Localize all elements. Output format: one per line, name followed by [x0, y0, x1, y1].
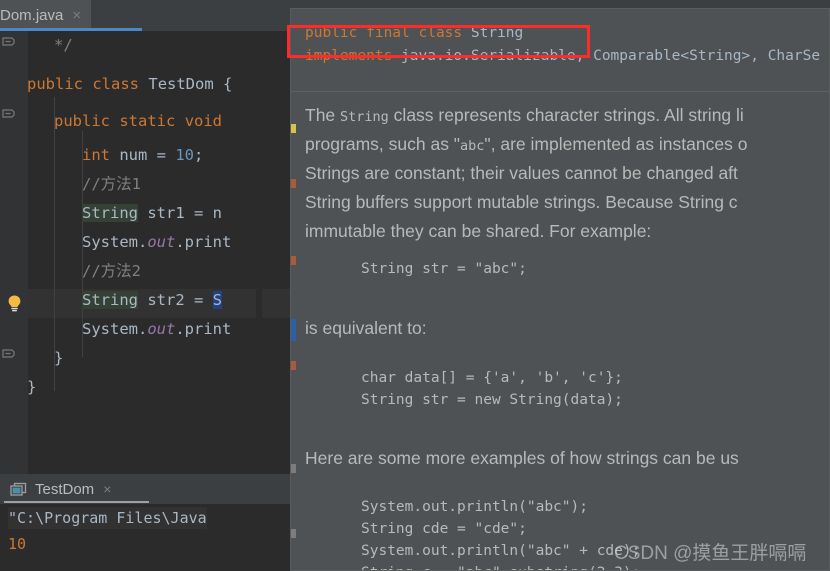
- doc-code-block-3-line-4: String c = "abc".substring(2,3);: [361, 562, 640, 570]
- code-line-main-method: public static void: [54, 112, 223, 130]
- doc-implements-list: java.io.Serializable, Comparable<String>…: [392, 48, 821, 64]
- doc-paragraph-1-line-5: immutable they can be shared. For exampl…: [305, 221, 652, 241]
- code-line-println-2: System.out.print: [82, 320, 232, 338]
- run-tab-label: TestDom: [35, 480, 95, 498]
- code-line-close-method: }: [54, 349, 64, 367]
- doc-signature-modifiers: public final class: [305, 25, 471, 41]
- doc-code-block-3-line-2: String cde = "cde";: [361, 521, 527, 537]
- code-line-str1: String str1 = n: [82, 204, 222, 222]
- doc-paragraph-1-line-4: String buffers support mutable strings. …: [305, 192, 738, 212]
- code-line-println-1: System.out.print: [82, 233, 232, 251]
- doc-paragraph-1-line-1: The String class represents character st…: [305, 105, 744, 125]
- doc-inline-code-string: String: [340, 109, 389, 125]
- doc-code-block-2-line-2: String str = new String(data);: [361, 392, 623, 408]
- code-line-int-num: int num = 10;: [82, 146, 204, 164]
- doc-paragraph-1-line-3: Strings are constant; their values canno…: [305, 163, 738, 183]
- run-tab-testdom[interactable]: TestDom ×: [4, 474, 111, 504]
- code-line-comment-end: */: [54, 36, 73, 54]
- ide-screenshot: Dom.java × */ public class TestDom {pub…: [0, 0, 830, 571]
- editor-gutter[interactable]: [0, 31, 28, 474]
- doc-paragraph-2: is equivalent to:: [305, 318, 427, 338]
- editor-tab-label: Dom.java: [0, 7, 64, 24]
- doc-paragraph-1-line-2: programs, such as "abc", are implemented…: [305, 134, 748, 154]
- editor-scrollbar[interactable]: [256, 31, 262, 474]
- doc-implements-keyword: implements: [305, 48, 393, 64]
- run-console-icon: [10, 482, 27, 497]
- doc-body: The String class represents character st…: [291, 99, 829, 570]
- doc-code-block-3-line-3: System.out.println("abc" + cde);: [361, 543, 641, 559]
- comment-text-2: //方法2: [82, 262, 141, 280]
- doc-code-block-1: String str = "abc";: [361, 261, 527, 277]
- code-fold-marker-icon[interactable]: [2, 109, 15, 122]
- console-output[interactable]: "C:\Program Files\Java 10: [0, 504, 290, 571]
- doc-inline-code-abc: abc: [460, 138, 485, 154]
- code-fold-marker-icon[interactable]: [2, 37, 15, 50]
- console-output-line: 10: [8, 535, 27, 553]
- close-icon[interactable]: ×: [72, 8, 81, 23]
- code-line-comment-method1: //方法1: [82, 170, 141, 199]
- code-fold-marker-icon[interactable]: [2, 349, 15, 362]
- run-tab-active-underline: [4, 501, 149, 503]
- lightbulb-intention-icon[interactable]: [5, 294, 24, 313]
- doc-paragraph-3: Here are some more examples of how strin…: [305, 448, 739, 468]
- editor-tab-bar: Dom.java ×: [0, 0, 290, 31]
- console-command-line: "C:\Program Files\Java: [8, 507, 207, 529]
- close-icon[interactable]: ×: [103, 482, 111, 496]
- doc-signature: public final class String implements jav…: [291, 18, 829, 74]
- code-editor[interactable]: */ public class TestDom { public static …: [0, 31, 290, 474]
- code-line-str2: String str2 = S: [82, 291, 222, 309]
- editor-tab-dom-java[interactable]: Dom.java ×: [0, 0, 92, 31]
- editor-code-area[interactable]: */ public class TestDom { public static …: [27, 31, 290, 474]
- comment-text-1: //方法1: [82, 175, 141, 193]
- doc-signature-classname: String: [470, 25, 524, 41]
- code-line-class-decl: public class TestDom {: [27, 75, 233, 93]
- doc-separator: [291, 91, 829, 92]
- documentation-popup[interactable]: public final class String implements jav…: [290, 8, 830, 571]
- watermark-text: CSDN @摸鱼王胖嗝嗝: [614, 543, 807, 564]
- code-line-close-class: }: [27, 378, 37, 396]
- doc-code-block-2-line-1: char data[] = {'a', 'b', 'c'};: [361, 370, 623, 386]
- doc-code-block-3-line-1: System.out.println("abc");: [361, 499, 588, 515]
- code-line-comment-method2: //方法2: [82, 257, 141, 286]
